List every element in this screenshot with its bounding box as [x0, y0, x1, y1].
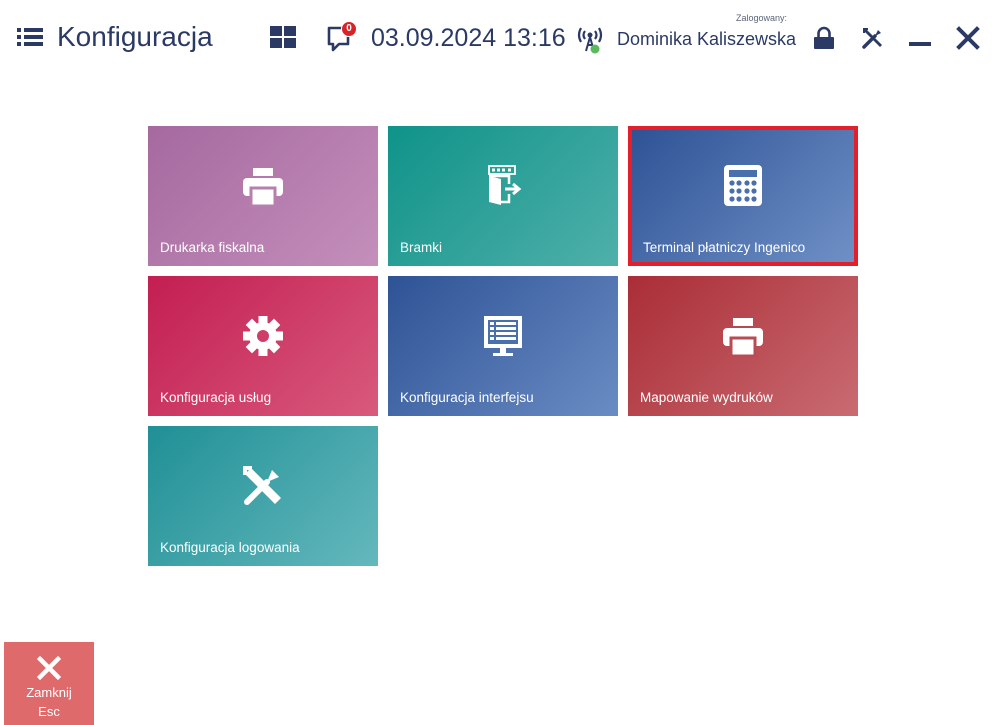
tile-label: Konfiguracja logowania — [160, 540, 300, 555]
tile-label: Bramki — [400, 240, 443, 255]
gate-exit-icon — [488, 165, 522, 205]
printer-icon — [243, 168, 283, 208]
configuration-page: Konfiguracja 0 03.09.2024 13:16 Zalogowa… — [0, 0, 998, 725]
tile-label: Mapowanie wydruków — [640, 390, 773, 405]
tile-label: Drukarka fiskalna — [160, 240, 265, 255]
tools-icon[interactable] — [861, 26, 885, 50]
close-button-label: Zamknij — [26, 685, 72, 700]
tile-logging-config[interactable]: Konfiguracja logowania — [148, 426, 378, 566]
menu-icon[interactable] — [17, 27, 43, 47]
connection-status-icon — [577, 27, 603, 54]
tile-label: Konfiguracja interfejsu — [400, 390, 534, 405]
monitor-list-icon — [484, 316, 522, 356]
tile-gates[interactable]: Bramki — [388, 126, 618, 266]
tile-fiscal-printer[interactable]: Drukarka fiskalna — [148, 126, 378, 266]
logged-in-label: Zalogowany: — [736, 13, 788, 23]
tile-print-mapping[interactable]: Mapowanie wydruków — [628, 276, 858, 416]
page-title: Konfiguracja — [57, 21, 213, 52]
close-button-shortcut: Esc — [38, 704, 60, 719]
printer-icon — [723, 318, 763, 358]
tile-services-config[interactable]: Konfiguracja usług — [148, 276, 378, 416]
tile-label: Terminal płatniczy Ingenico — [643, 240, 806, 255]
tile-interface-config[interactable]: Konfiguracja interfejsu — [388, 276, 618, 416]
top-bar: Konfiguracja 0 03.09.2024 13:16 Zalogowa… — [0, 0, 998, 76]
close-button[interactable]: Zamknij Esc — [4, 642, 94, 725]
tools-icon — [243, 466, 281, 505]
tile-payment-terminal[interactable]: Terminal płatniczy Ingenico — [628, 126, 858, 266]
close-app-icon[interactable] — [956, 26, 980, 50]
gear-icon — [243, 316, 283, 356]
tiles-view-icon[interactable] — [270, 26, 296, 48]
lock-icon[interactable] — [812, 26, 836, 50]
notification-badge: 0 — [341, 21, 357, 37]
minimize-icon[interactable] — [908, 38, 932, 48]
user-name[interactable]: Dominika Kaliszewska — [617, 29, 796, 50]
close-icon — [37, 656, 61, 680]
calculator-icon — [724, 165, 762, 206]
date-time: 03.09.2024 13:16 — [371, 24, 566, 52]
tile-label: Konfiguracja usług — [160, 390, 272, 405]
